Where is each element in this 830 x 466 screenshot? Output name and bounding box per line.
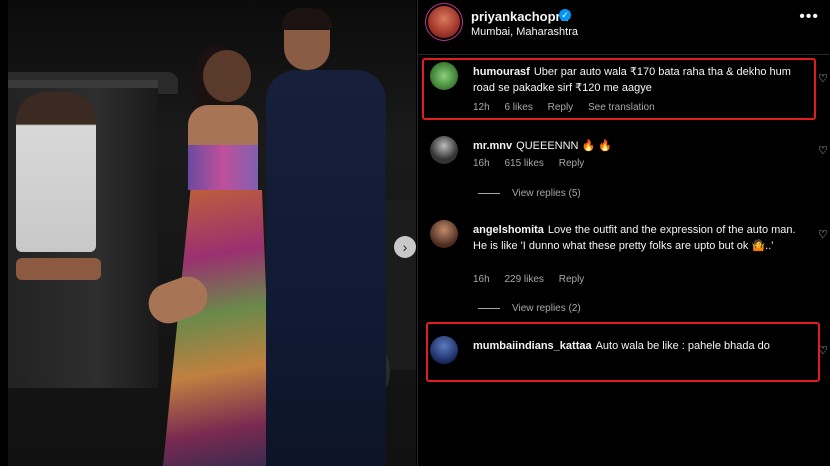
post-header: priyankachopra ✓ Mumbai, Maharashtra ••• <box>418 0 830 55</box>
comment-username[interactable]: angelshomita <box>473 224 544 236</box>
verified-badge-icon: ✓ <box>559 9 571 21</box>
comment-item: mr.mnv QUEEENNN 🔥 🔥 16h 615 likes Reply ♡ <box>418 136 830 196</box>
avatar[interactable] <box>430 136 458 164</box>
view-replies-label[interactable]: View replies (2) <box>512 303 581 314</box>
avatar[interactable] <box>428 6 460 38</box>
rickshaw-seat <box>16 258 101 280</box>
post-username[interactable]: priyankachopra <box>471 9 568 24</box>
comment-meta: 16h 229 likes Reply <box>473 274 596 285</box>
post-location[interactable]: Mumbai, Maharashtra <box>471 26 578 38</box>
heart-icon[interactable]: ♡ <box>818 228 829 241</box>
reply-button[interactable]: Reply <box>559 158 585 169</box>
comment-text: QUEEENNN 🔥 🔥 <box>516 140 612 152</box>
reply-button[interactable]: Reply <box>559 274 585 285</box>
comment-item: angelshomita Love the outfit and the expr… <box>418 220 830 300</box>
comment-username[interactable]: mr.mnv <box>473 140 512 152</box>
man-figure <box>266 8 386 466</box>
divider <box>478 307 500 309</box>
comment-time: 16h <box>473 158 490 169</box>
view-replies-button[interactable]: View replies (5) <box>478 188 581 199</box>
comments-panel: priyankachopra ✓ Mumbai, Maharashtra •••… <box>417 0 830 466</box>
woman-figure <box>142 46 283 466</box>
comment-body: mr.mnv QUEEENNN 🔥 🔥 <box>473 138 803 154</box>
rickshaw-driver <box>16 92 96 252</box>
chevron-right-icon[interactable]: › <box>394 236 416 258</box>
comment-meta: 16h 615 likes Reply <box>473 158 596 169</box>
divider <box>478 192 500 194</box>
comment-likes[interactable]: 615 likes <box>504 158 543 169</box>
heart-icon[interactable]: ♡ <box>818 144 829 157</box>
heart-icon[interactable]: ♡ <box>818 72 829 85</box>
post-photo[interactable]: ਰ › <box>8 0 416 466</box>
more-horizontal-icon[interactable]: ••• <box>799 8 819 26</box>
comment-time: 16h <box>473 274 490 285</box>
comment-body: angelshomita Love the outfit and the expr… <box>473 222 803 254</box>
view-replies-label[interactable]: View replies (5) <box>512 188 581 199</box>
comment-likes[interactable]: 229 likes <box>504 274 543 285</box>
highlight-box <box>422 58 816 120</box>
view-replies-button[interactable]: View replies (2) <box>478 303 581 314</box>
highlight-box <box>426 322 820 382</box>
avatar[interactable] <box>430 220 458 248</box>
